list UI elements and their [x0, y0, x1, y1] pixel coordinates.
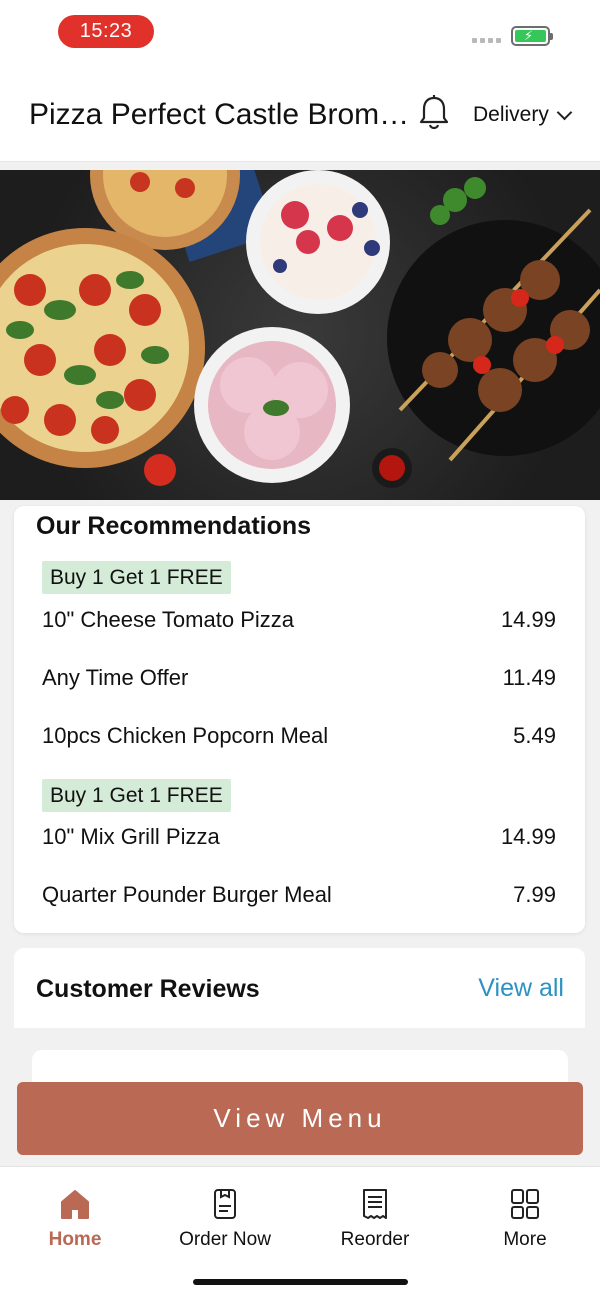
- reviews-title: Customer Reviews: [36, 975, 260, 1003]
- recommendation-item[interactable]: 10" Cheese Tomato Pizza 14.99: [42, 600, 556, 640]
- recommendation-item[interactable]: Quarter Pounder Burger Meal 7.99: [42, 875, 556, 915]
- offer-badge: Buy 1 Get 1 FREE: [42, 779, 231, 812]
- tab-label: Order Now: [179, 1229, 271, 1250]
- order-icon: [214, 1189, 236, 1219]
- recommendation-item[interactable]: Any Time Offer 11.49: [42, 658, 556, 698]
- tab-home[interactable]: Home: [0, 1187, 150, 1251]
- view-all-link[interactable]: View all: [478, 974, 564, 1003]
- tab-label: Reorder: [340, 1229, 410, 1250]
- home-indicator: [193, 1279, 408, 1285]
- status-bar: 15:23 ⚡: [0, 0, 600, 62]
- item-price: 14.99: [500, 607, 556, 632]
- delivery-mode-select[interactable]: Delivery: [473, 103, 573, 127]
- home-icon: [61, 1190, 89, 1219]
- tab-reorder[interactable]: Reorder: [300, 1187, 450, 1251]
- delivery-mode-label: Delivery: [473, 103, 549, 126]
- hero-illustration: [0, 170, 600, 488]
- status-time: 15:23: [58, 15, 154, 48]
- app-header: Pizza Perfect Castle Brom… Delivery: [0, 62, 600, 162]
- recommendations-title: Our Recommendations: [36, 512, 312, 540]
- item-name: 10" Mix Grill Pizza: [42, 824, 220, 849]
- item-name: 10" Cheese Tomato Pizza: [42, 607, 294, 632]
- bell-icon[interactable]: [418, 94, 450, 132]
- tab-order-now[interactable]: Order Now: [150, 1187, 300, 1251]
- recommendation-item[interactable]: 10pcs Chicken Popcorn Meal 5.49: [42, 716, 556, 756]
- item-price: 5.49: [513, 723, 556, 748]
- receipt-icon: [363, 1189, 387, 1219]
- item-price: 11.49: [502, 665, 556, 690]
- tab-label: Home: [48, 1229, 102, 1250]
- hero-food-image: [0, 170, 600, 500]
- store-name[interactable]: Pizza Perfect Castle Brom…: [29, 98, 409, 132]
- chevron-down-icon: [556, 104, 573, 120]
- item-price: 14.99: [500, 824, 556, 849]
- offer-badge: Buy 1 Get 1 FREE: [42, 561, 231, 594]
- item-name: 10pcs Chicken Popcorn Meal: [42, 723, 329, 748]
- item-name: Any Time Offer: [42, 665, 189, 690]
- recommendations-card: Our Recommendations Buy 1 Get 1 FREE 10"…: [14, 506, 585, 933]
- tab-more[interactable]: More: [450, 1187, 600, 1251]
- view-menu-button[interactable]: View Menu: [17, 1082, 583, 1155]
- battery-icon: ⚡: [511, 26, 553, 46]
- item-price: 7.99: [513, 882, 556, 907]
- tab-label: More: [503, 1229, 547, 1250]
- signal-icon: [472, 38, 501, 43]
- customer-reviews-section: Customer Reviews View all: [14, 948, 585, 1028]
- item-name: Quarter Pounder Burger Meal: [42, 882, 332, 907]
- recommendation-item[interactable]: 10" Mix Grill Pizza 14.99: [42, 817, 556, 857]
- grid-icon: [511, 1189, 539, 1219]
